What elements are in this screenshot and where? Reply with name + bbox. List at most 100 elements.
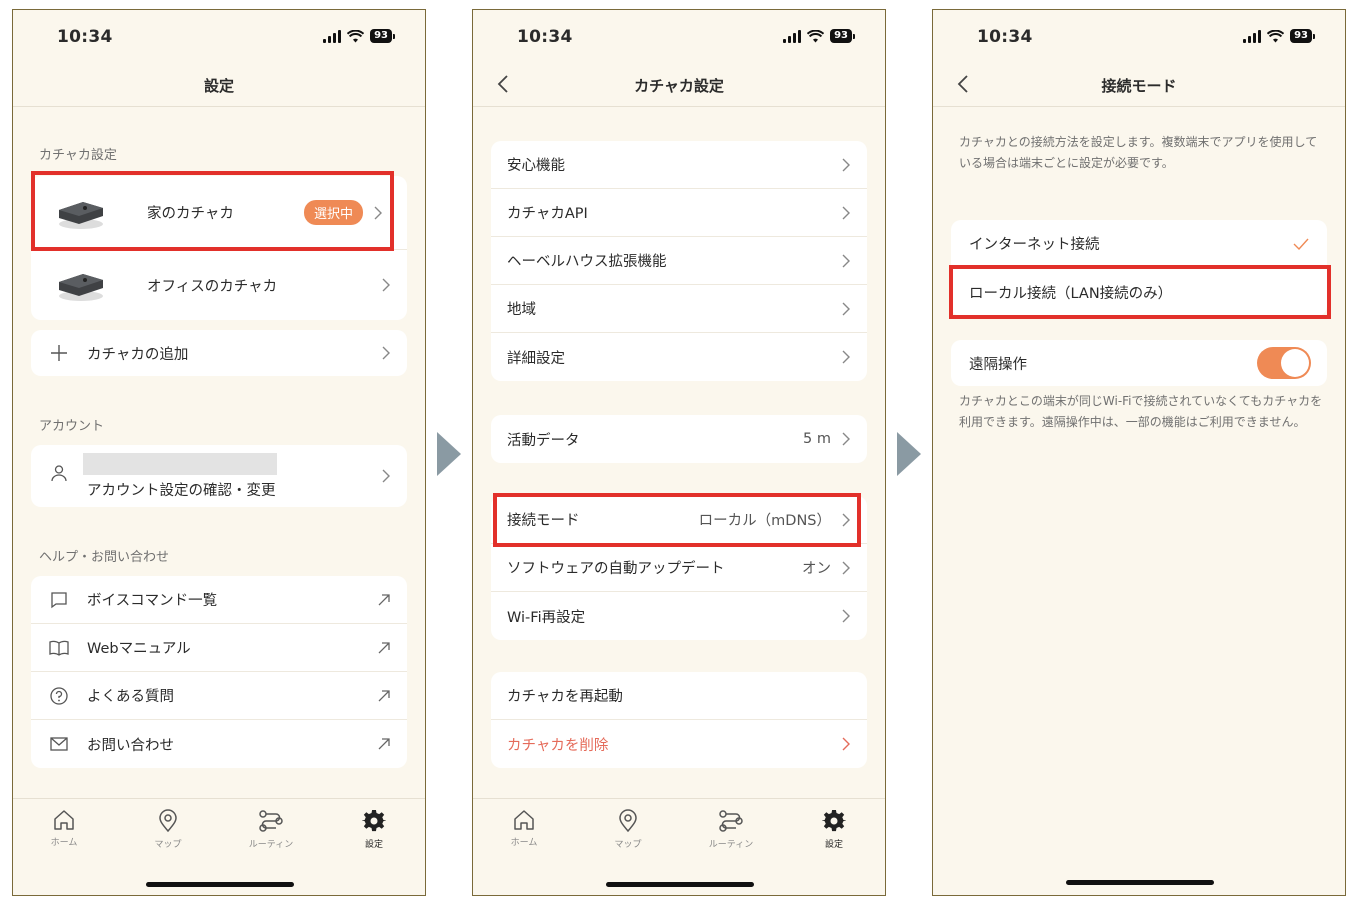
flow-arrow-icon: [897, 432, 921, 476]
tab-bar: ホーム マップ ルーティン 設定: [473, 798, 885, 895]
speech-bubble-icon: [49, 590, 69, 610]
restart-device-button[interactable]: カチャカを再起動: [491, 672, 867, 720]
home-indicator: [146, 882, 294, 887]
account-card: アカウント設定の確認・変更: [31, 445, 407, 507]
remote-operation-card: 遠隔操作: [951, 340, 1327, 386]
device-name: オフィスのカチャカ: [147, 278, 278, 295]
help-item-faq[interactable]: よくある質問: [31, 672, 407, 720]
remote-operation-toggle[interactable]: [1257, 347, 1311, 379]
navigation-bar: 設定: [13, 65, 425, 107]
tab-home[interactable]: ホーム: [484, 809, 564, 848]
tab-routine[interactable]: ルーティン: [691, 809, 771, 850]
restart-label: カチャカを再起動: [507, 689, 623, 705]
robot-device-icon: [59, 274, 103, 301]
help-item-voice-commands[interactable]: ボイスコマンド一覧: [31, 576, 407, 624]
status-time: 10:34: [977, 27, 1033, 47]
help-item-contact[interactable]: お問い合わせ: [31, 720, 407, 768]
question-icon: [49, 686, 69, 706]
add-device-button[interactable]: カチャカの追加: [31, 330, 407, 376]
tab-map[interactable]: マップ: [588, 809, 668, 850]
option-label: インターネット接続: [969, 237, 1100, 253]
external-link-icon: [378, 641, 390, 653]
flow-arrow-icon: [437, 432, 461, 476]
section-label-device: カチャカ設定: [39, 148, 117, 163]
tab-map[interactable]: マップ: [128, 809, 208, 850]
device-settings-screen: 10:34 93 カチャカ設定 安心機能 カチャカAPI ヘーベルハウス拡張機能…: [472, 9, 886, 896]
chevron-right-icon: [842, 737, 850, 751]
help-item-label: Webマニュアル: [87, 641, 191, 657]
chevron-right-icon: [842, 432, 850, 446]
map-pin-icon: [159, 809, 177, 833]
battery-level: 93: [830, 29, 852, 43]
status-time: 10:34: [517, 27, 573, 47]
highlight-box: [949, 265, 1331, 319]
book-icon: [49, 638, 69, 658]
remote-operation-row: 遠隔操作: [951, 340, 1327, 386]
settings-item-label: 地域: [507, 302, 536, 318]
chevron-right-icon: [382, 346, 390, 360]
tab-settings[interactable]: 設定: [794, 809, 874, 850]
chevron-right-icon: [842, 561, 850, 574]
settings-item-safety[interactable]: 安心機能: [491, 141, 867, 189]
settings-item-label: ヘーベルハウス拡張機能: [507, 254, 667, 270]
battery-level: 93: [1290, 29, 1312, 43]
tab-home[interactable]: ホーム: [24, 809, 104, 848]
settings-item-api[interactable]: カチャカAPI: [491, 189, 867, 237]
home-indicator: [606, 882, 754, 887]
home-indicator: [1066, 880, 1214, 885]
settings-item-activity-data[interactable]: 活動データ 5 m: [491, 415, 867, 463]
device-row-office[interactable]: オフィスのカチャカ: [31, 250, 407, 320]
settings-item-auto-update[interactable]: ソフトウェアの自動アップデート オン: [491, 544, 867, 592]
signal-icon: [1243, 29, 1262, 43]
help-item-label: よくある質問: [87, 689, 174, 705]
page-title: カチャカ設定: [634, 77, 724, 95]
section-label-help: ヘルプ・お問い合わせ: [39, 550, 170, 565]
home-icon: [514, 810, 534, 830]
settings-group-device-actions: カチャカを再起動 カチャカを削除: [491, 672, 867, 768]
mail-icon: [49, 734, 69, 754]
page-title: 接続モード: [1101, 77, 1177, 95]
help-item-web-manual[interactable]: Webマニュアル: [31, 624, 407, 672]
routine-icon: [259, 810, 283, 832]
tab-label: ホーム: [510, 838, 538, 848]
settings-item-advanced[interactable]: 詳細設定: [491, 333, 867, 381]
option-internet-connection[interactable]: インターネット接続: [951, 220, 1327, 268]
navigation-bar: 接続モード: [933, 65, 1345, 107]
account-settings-link[interactable]: アカウント設定の確認・変更: [31, 445, 407, 507]
delete-device-button[interactable]: カチャカを削除: [491, 720, 867, 768]
battery-level: 93: [370, 29, 392, 43]
tab-label: ルーティン: [708, 840, 754, 850]
tab-label: マップ: [614, 840, 642, 850]
settings-item-region[interactable]: 地域: [491, 285, 867, 333]
activity-value: 5 m: [803, 431, 831, 447]
highlight-box: [31, 171, 394, 251]
tab-label: 設定: [364, 840, 383, 850]
tab-routine[interactable]: ルーティン: [231, 809, 311, 850]
chevron-right-icon: [842, 609, 850, 623]
external-link-icon: [378, 738, 390, 750]
chevron-right-icon: [842, 206, 850, 219]
navigation-bar: カチャカ設定: [473, 65, 885, 107]
gear-icon: [822, 809, 846, 832]
settings-group-features: 安心機能 カチャカAPI ヘーベルハウス拡張機能 地域 詳細設定: [491, 141, 867, 381]
signal-icon: [323, 29, 342, 43]
chevron-right-icon: [842, 158, 850, 171]
settings-item-label: Wi-Fi再設定: [507, 609, 586, 626]
help-item-label: ボイスコマンド一覧: [87, 593, 218, 609]
chevron-right-icon: [842, 254, 850, 267]
tab-bar: ホーム マップ ルーティン 設定: [13, 798, 425, 895]
signal-icon: [783, 29, 802, 43]
help-list: ボイスコマンド一覧 Webマニュアル よくある質問 お問い合わせ: [31, 576, 407, 768]
chevron-right-icon: [382, 469, 390, 483]
chevron-right-icon: [382, 278, 390, 292]
settings-group-activity: 活動データ 5 m: [491, 415, 867, 463]
external-link-icon: [378, 689, 390, 701]
auto-update-value: オン: [802, 561, 831, 577]
tab-settings[interactable]: 設定: [334, 809, 414, 850]
tab-label: ルーティン: [248, 840, 294, 850]
connection-description: カチャカとの接続方法を設定します。複数端末でアプリを使用している場合は端末ごとに…: [959, 135, 1318, 170]
status-bar: 10:34 93: [473, 10, 885, 65]
chevron-right-icon: [842, 302, 850, 315]
settings-item-hebel-haus[interactable]: ヘーベルハウス拡張機能: [491, 237, 867, 285]
settings-item-wifi-reset[interactable]: Wi-Fi再設定: [491, 592, 867, 640]
